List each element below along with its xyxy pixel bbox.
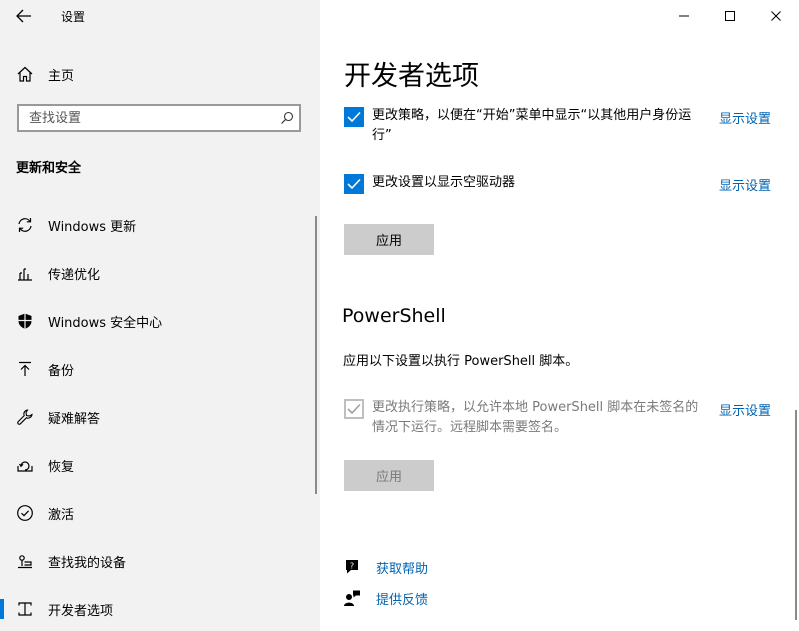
back-button[interactable] bbox=[11, 4, 37, 28]
svg-text:?: ? bbox=[350, 562, 354, 571]
sidebar-item-label: 恢复 bbox=[48, 459, 75, 475]
check-circle-icon bbox=[15, 503, 35, 523]
maximize-icon bbox=[724, 10, 736, 22]
give-feedback-label: 提供反馈 bbox=[376, 592, 429, 608]
shield-icon bbox=[15, 311, 35, 331]
sidebar-item-label: 备份 bbox=[48, 363, 75, 379]
powershell-section-title: PowerShell bbox=[342, 305, 446, 327]
search-box bbox=[17, 104, 301, 132]
sidebar-item-troubleshoot[interactable]: 疑难解答 bbox=[0, 395, 316, 439]
minimize-icon bbox=[678, 10, 690, 22]
give-feedback-link[interactable]: 提供反馈 bbox=[342, 587, 428, 609]
close-button[interactable] bbox=[761, 3, 791, 29]
home-label: 主页 bbox=[48, 68, 75, 84]
wrench-icon bbox=[15, 407, 35, 427]
minimize-button[interactable] bbox=[669, 3, 699, 29]
backup-arrow-icon bbox=[15, 359, 35, 379]
search-icon[interactable] bbox=[275, 106, 299, 130]
sidebar-item-label: 疑难解答 bbox=[48, 411, 101, 427]
powershell-description: 应用以下设置以执行 PowerShell 脚本。 bbox=[343, 354, 579, 369]
show-settings-link-1[interactable]: 显示设置 bbox=[719, 108, 771, 127]
sidebar-item-label: 查找我的设备 bbox=[48, 555, 127, 571]
sidebar-item-find-my-device[interactable]: 查找我的设备 bbox=[0, 539, 316, 583]
sidebar-item-activation[interactable]: 激活 bbox=[0, 491, 316, 535]
sidebar-item-developer-options[interactable]: 开发者选项 bbox=[0, 587, 316, 631]
find-device-icon bbox=[15, 551, 35, 571]
get-help-label: 获取帮助 bbox=[376, 561, 429, 577]
get-help-link[interactable]: ? 获取帮助 bbox=[342, 556, 428, 578]
show-settings-link-3[interactable]: 显示设置 bbox=[719, 400, 771, 419]
show-settings-link-2[interactable]: 显示设置 bbox=[719, 175, 771, 194]
main-content: 开发者选项 更改策略，以便在“开始”菜单中显示“以其他用户身份运行” 显示设置 … bbox=[320, 0, 799, 631]
sidebar-item-backup[interactable]: 备份 bbox=[0, 347, 316, 391]
sidebar-item-label: Windows 更新 bbox=[48, 219, 137, 235]
sidebar-item-label: 激活 bbox=[48, 507, 75, 523]
maximize-button[interactable] bbox=[715, 3, 745, 29]
show-empty-drives-checkbox[interactable] bbox=[344, 174, 364, 194]
sidebar-item-delivery-optimization[interactable]: 传递优化 bbox=[0, 251, 316, 295]
sidebar-scrollbar[interactable] bbox=[315, 216, 317, 494]
execution-policy-label: 更改执行策略，以允许本地 PowerShell 脚本在未签名的情况下运行。远程脚… bbox=[372, 400, 699, 435]
delivery-optimization-icon bbox=[15, 263, 35, 283]
developer-tools-icon bbox=[15, 599, 35, 619]
run-as-user-label: 更改策略，以便在“开始”菜单中显示“以其他用户身份运行” bbox=[372, 108, 692, 143]
sidebar-item-windows-update[interactable]: Windows 更新 bbox=[0, 203, 316, 247]
powershell-apply-button[interactable]: 应用 bbox=[344, 460, 434, 491]
run-as-user-checkbox[interactable] bbox=[344, 107, 364, 127]
checkmark-icon bbox=[347, 178, 361, 190]
main-scrollbar[interactable] bbox=[795, 410, 797, 620]
help-chat-icon: ? bbox=[342, 557, 362, 577]
checkmark-icon bbox=[347, 111, 361, 123]
sidebar-item-label: 开发者选项 bbox=[48, 603, 114, 619]
show-empty-drives-label: 更改设置以显示空驱动器 bbox=[372, 175, 516, 190]
selected-indicator bbox=[0, 599, 4, 619]
checkmark-icon bbox=[347, 403, 361, 415]
back-arrow-icon bbox=[16, 9, 32, 23]
apply-button[interactable]: 应用 bbox=[344, 224, 434, 255]
execution-policy-checkbox[interactable] bbox=[344, 399, 364, 419]
recovery-icon bbox=[15, 455, 35, 475]
close-icon bbox=[770, 10, 782, 22]
section-title: 更新和安全 bbox=[16, 161, 82, 176]
page-title: 开发者选项 bbox=[344, 61, 479, 92]
window-title: 设置 bbox=[61, 10, 86, 24]
sync-icon bbox=[15, 215, 35, 235]
feedback-person-icon bbox=[342, 588, 362, 608]
sidebar-item-label: 传递优化 bbox=[48, 267, 101, 283]
home-icon bbox=[16, 65, 34, 83]
home-nav-item[interactable]: 主页 bbox=[16, 63, 74, 85]
sidebar-item-label: Windows 安全中心 bbox=[48, 315, 163, 331]
sidebar-item-recovery[interactable]: 恢复 bbox=[0, 443, 316, 487]
search-input[interactable] bbox=[27, 109, 275, 127]
sidebar: 设置 主页 更新和安全 Windows 更新 传递优化 Windows 安全中心 bbox=[0, 0, 320, 631]
sidebar-item-windows-security[interactable]: Windows 安全中心 bbox=[0, 299, 316, 343]
